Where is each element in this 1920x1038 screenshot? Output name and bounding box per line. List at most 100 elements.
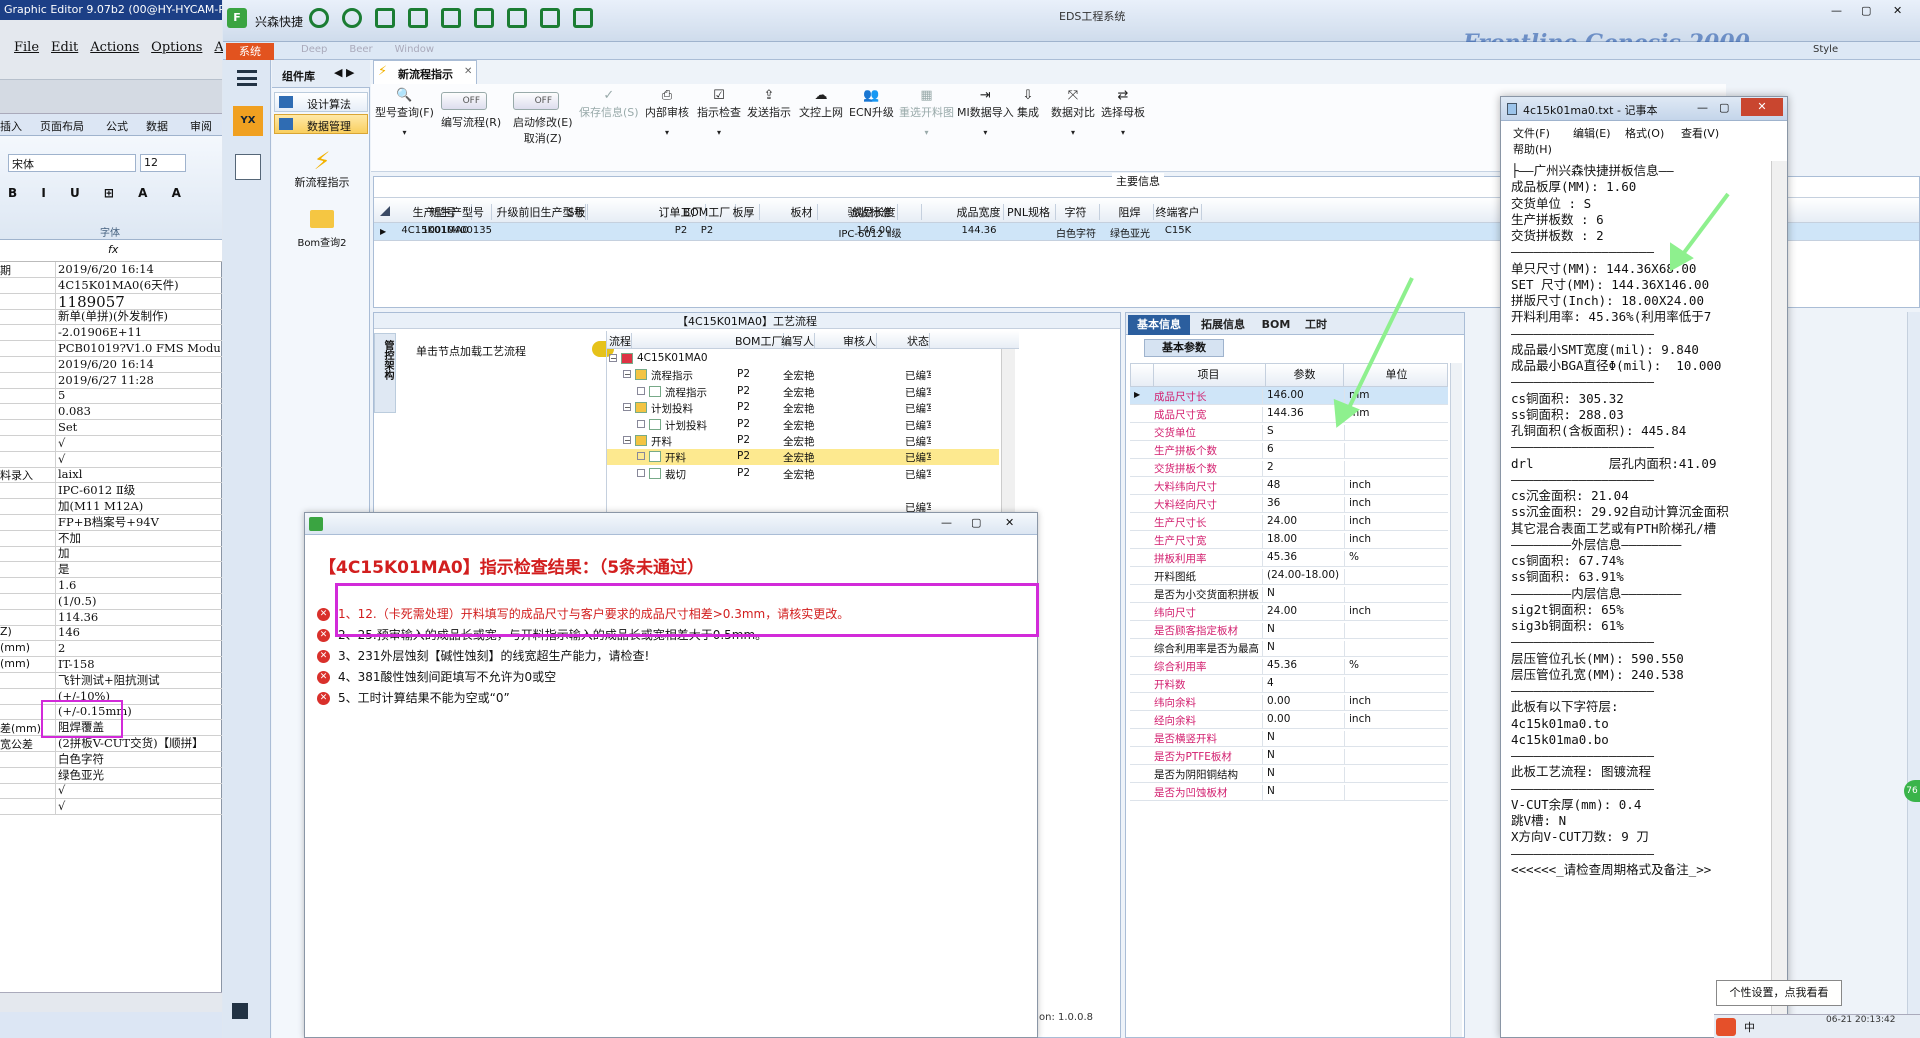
ribbon-tab-4[interactable]: 审阅 <box>190 118 212 134</box>
basic-item-value[interactable]: (24.00-18.00) <box>1262 569 1342 585</box>
toolbar-button-4[interactable]: ⎙ 内部审核 ▾ <box>645 88 689 137</box>
flow-tree-row[interactable]: 流程指示 P2 全宏艳 已编写 <box>607 384 999 400</box>
windows-start-icon[interactable] <box>229 1000 251 1022</box>
notepad-minimize-button[interactable]: — <box>1697 101 1708 114</box>
spreadsheet-value[interactable]: 2019/6/20 16:14 <box>58 262 220 277</box>
basic-info-row[interactable]: 纬向尺寸 24.00 inch <box>1130 603 1448 621</box>
tab-2[interactable]: BOM <box>1258 315 1294 335</box>
left-menu-2[interactable]: Actions <box>90 40 139 55</box>
notepad-menu-0[interactable]: 文件(F) <box>1513 125 1550 141</box>
basic-item-value[interactable]: 36 <box>1262 497 1342 513</box>
basic-item-value[interactable]: N <box>1262 587 1342 603</box>
spreadsheet-value[interactable]: 2 <box>58 641 220 656</box>
notepad-menu-4[interactable]: 帮助(H) <box>1513 141 1552 157</box>
tree-expander-icon[interactable]: − <box>623 403 631 412</box>
spreadsheet-value[interactable]: 飞针测试+阻抗测试 <box>58 673 220 688</box>
style-menu[interactable]: Style <box>1813 44 1838 55</box>
basic-info-row[interactable]: 是否为阴阳铜结构 N <box>1130 765 1448 783</box>
column-header[interactable]: 成品宽度 <box>954 204 1004 220</box>
toolbar-button-2[interactable]: OFF 启动修改(E) 取消(Z) <box>513 88 573 146</box>
module-icon-calc[interactable] <box>235 154 261 180</box>
toggle-switch[interactable]: OFF <box>441 92 487 110</box>
chart-icon[interactable] <box>573 8 593 28</box>
font-size-select[interactable]: 12 <box>140 154 186 172</box>
column-header[interactable]: 字符 <box>1052 204 1100 220</box>
flow-tree-row[interactable]: 开料 P2 全宏艳 已编写 <box>607 449 999 466</box>
basic-info-row[interactable]: 是否为凹蚀板材 N <box>1130 783 1448 801</box>
dialog-restore-button[interactable]: ▢ <box>971 516 981 529</box>
copy-icon[interactable] <box>474 8 494 28</box>
toolbar-button-8[interactable]: 👥 ECN升级 <box>849 88 894 120</box>
grid-icon[interactable] <box>375 8 395 28</box>
spreadsheet-value[interactable]: 5 <box>58 388 220 403</box>
tree-expander-icon[interactable] <box>637 468 645 477</box>
basic-info-row[interactable]: 是否横竖开料 N <box>1130 729 1448 747</box>
basic-item-value[interactable]: 45.36 <box>1262 551 1342 567</box>
toolbar-button-11[interactable]: ⇩ 集成 <box>1017 88 1039 120</box>
spreadsheet-value[interactable]: 114.36 <box>58 610 220 625</box>
flow-column-header[interactable]: 审核人 <box>841 333 877 349</box>
toolbar-button-10[interactable]: ⇥ MI数据导入 ▾ <box>957 88 1014 137</box>
tree-expander-icon[interactable]: − <box>609 354 617 363</box>
hamburger-icon[interactable] <box>237 70 257 86</box>
basic-item-value[interactable]: 6 <box>1262 443 1342 459</box>
ribbon-tab-1[interactable]: 页面布局 <box>40 118 84 134</box>
spreadsheet-value[interactable]: Set <box>58 420 220 435</box>
flow-node-name[interactable]: 流程指示 <box>665 385 707 400</box>
toggle-switch[interactable]: OFF <box>513 92 559 110</box>
close-button[interactable]: ✕ <box>1893 4 1902 17</box>
flow-node-name[interactable]: 计划投料 <box>665 418 707 433</box>
flow-column-header[interactable]: 流程 <box>607 333 632 349</box>
table-cell[interactable]: 白色字符 <box>1052 225 1100 240</box>
spreadsheet-value[interactable]: √ <box>58 436 220 451</box>
tab-1[interactable]: 拓展信息 <box>1192 315 1254 335</box>
tab-close-icon[interactable]: ✕ <box>464 66 472 77</box>
basic-item-value[interactable]: 45.36 <box>1262 659 1342 675</box>
spreadsheet-value[interactable]: 加(M11 M12A) <box>58 499 220 514</box>
tab-0[interactable]: 基本信息 <box>1128 315 1190 335</box>
spreadsheet-value[interactable]: 0.083 <box>58 404 220 419</box>
spreadsheet-value[interactable]: (2拼板V-CUT交货)【顺拼】 <box>58 736 220 751</box>
ime-indicator[interactable]: 中 <box>1744 1019 1755 1035</box>
basic-item-value[interactable]: N <box>1262 767 1342 783</box>
left-menu-0[interactable]: File <box>14 40 39 55</box>
spreadsheet-value[interactable]: 不加 <box>58 531 220 546</box>
spreadsheet-value[interactable]: 2019/6/20 16:14 <box>58 357 220 372</box>
refresh-icon[interactable] <box>342 8 362 28</box>
left-menu-1[interactable]: Edit <box>51 40 78 55</box>
basic-column-header[interactable]: 参数 <box>1265 364 1343 386</box>
basic-info-row[interactable]: 大料纬向尺寸 48 inch <box>1130 477 1448 495</box>
spreadsheet-value[interactable]: (1/0.5) <box>58 594 220 609</box>
restore-button[interactable]: ▢ <box>1861 4 1871 17</box>
toolbar-button-9[interactable]: ▦ 重选开料图 ▾ <box>899 88 954 137</box>
notepad-close-button[interactable]: ✕ <box>1741 98 1783 116</box>
basic-info-row[interactable]: 是否为小交货面积拼板 N <box>1130 585 1448 603</box>
basic-item-value[interactable]: N <box>1262 623 1342 639</box>
tree-expander-icon[interactable] <box>637 386 645 395</box>
flow-column-header[interactable]: 编写人 <box>779 333 815 349</box>
spreadsheet-value[interactable]: √ <box>58 799 220 814</box>
spreadsheet-value[interactable]: 1.6 <box>58 578 220 593</box>
basic-info-row[interactable]: 开料数 4 <box>1130 675 1448 693</box>
spreadsheet-value[interactable]: 146 <box>58 625 220 640</box>
column-header[interactable]: 板材 <box>786 204 818 220</box>
dialog-minimize-button[interactable]: — <box>941 516 952 529</box>
flow-tree-row[interactable]: 计划投料 P2 全宏艳 已编写 <box>607 417 999 433</box>
basic-item-value[interactable]: 24.00 <box>1262 515 1342 531</box>
flow-node-name[interactable]: 裁切 <box>665 467 686 482</box>
flow-node-name[interactable]: 开料 <box>651 434 672 449</box>
spreadsheet-value[interactable]: 绿色亚光 <box>58 768 220 783</box>
table-cell[interactable]: 绿色亚光 <box>1106 225 1154 240</box>
green-badge[interactable]: 76 <box>1904 780 1920 802</box>
basic-column-header[interactable]: 单位 <box>1343 364 1449 386</box>
flow-tree-row[interactable]: 裁切 P2 全宏艳 已编写 <box>607 466 999 482</box>
flow-side-tab[interactable]: 管控架构 <box>374 333 396 413</box>
basic-info-row[interactable]: 成品尺寸宽 144.36 mm <box>1130 405 1448 423</box>
user-icon[interactable] <box>540 8 560 28</box>
flow-node-name[interactable]: 流程指示 <box>651 368 693 383</box>
basic-info-row[interactable]: ▶ 成品尺寸长 146.00 mm <box>1130 387 1448 405</box>
subtab-basic-params[interactable]: 基本参数 <box>1144 339 1224 357</box>
ribbon-tab-2[interactable]: 公式 <box>106 118 128 134</box>
new-flow-launcher[interactable]: ⚡ 新流程指示 <box>282 148 362 204</box>
flow-node-name[interactable]: 4C15K01MA0 <box>637 352 708 364</box>
